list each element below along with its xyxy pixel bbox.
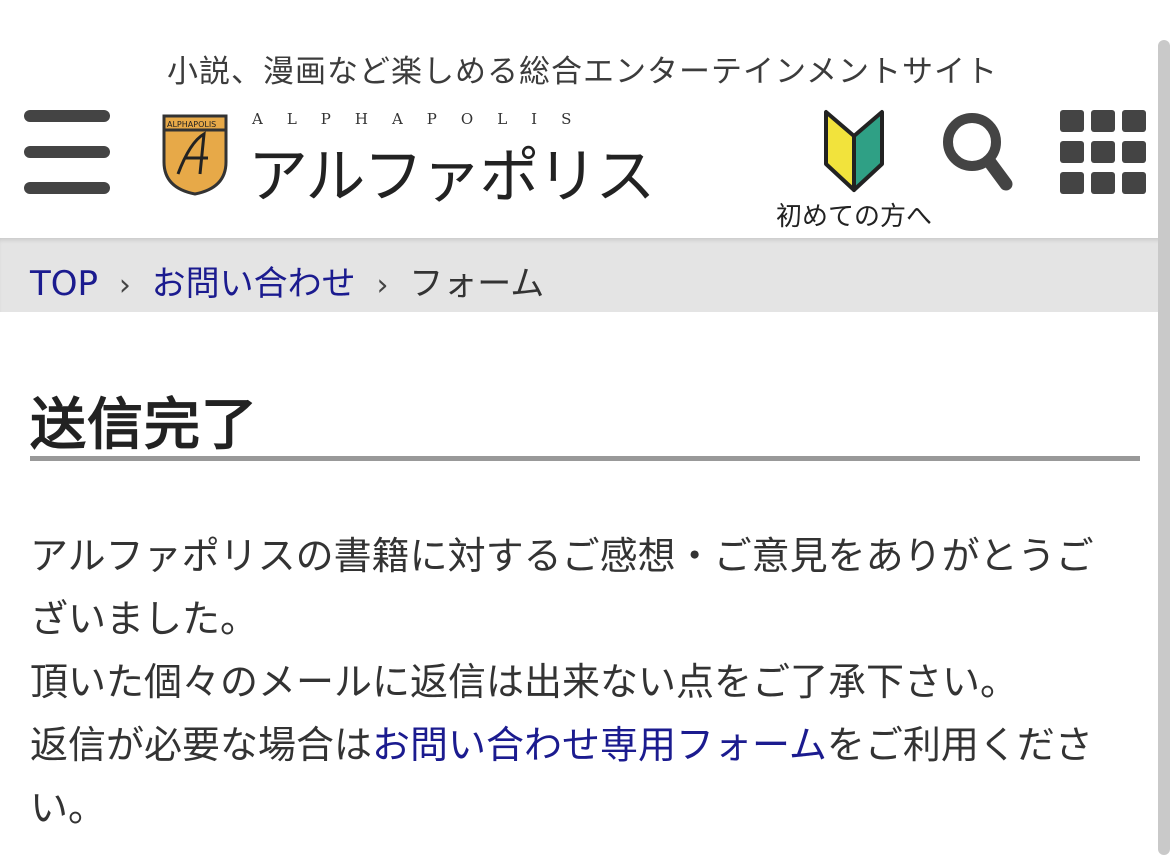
thanks-paragraph: アルファポリスの書籍に対するご感想・ご意見をありがとうございました。 [30,534,1094,641]
no-reply-paragraph: 頂いた個々のメールに返信は出来ない点をご了承下さい。 [30,660,1019,704]
beginner-label: 初めての方へ [775,202,932,232]
title-divider [30,456,1140,461]
contact-paragraph: 返信が必要な場合はお問い合わせ専用フォームをご利用ください。 [30,714,1130,840]
breadcrumb-current: フォーム [409,264,545,304]
hamburger-menu-icon[interactable] [24,110,110,194]
logo-kana-text: アルファポリス [248,142,655,212]
contact-form-link[interactable]: お問い合わせ専用フォーム [372,723,827,767]
breadcrumb-top-link[interactable]: TOP [30,264,98,304]
breadcrumb-separator: › [118,268,131,303]
site-tagline: 小説、漫画など楽しめる総合エンターテインメントサイト [166,54,999,90]
beginner-mark-icon [824,110,884,192]
breadcrumb: TOP › お問い合わせ › フォーム [30,256,544,305]
search-button[interactable] [940,110,1014,192]
search-icon [943,113,1013,191]
emblem-text: ALPHAPOLIS [167,120,217,129]
page-title: 送信完了 [30,393,258,458]
contact-text-before: 返信が必要な場合は [30,723,373,767]
message-body: アルファポリスの書籍に対するご感想・ご意見をありがとうございました。 頂いた個々… [30,525,1130,840]
beginner-guide-link[interactable]: 初めての方へ [768,108,940,232]
logo-latin-text: ALPHAPOLIS [252,110,596,128]
site-header: 小説、漫画など楽しめる総合エンターテインメントサイト ALPHAPOLIS AL… [0,0,1170,238]
grid-menu-button[interactable] [1058,108,1148,196]
scrollbar[interactable] [1158,40,1170,855]
breadcrumb-contact-link[interactable]: お問い合わせ [152,264,356,304]
breadcrumb-separator: › [376,268,389,303]
grid-menu-icon [1060,110,1146,194]
